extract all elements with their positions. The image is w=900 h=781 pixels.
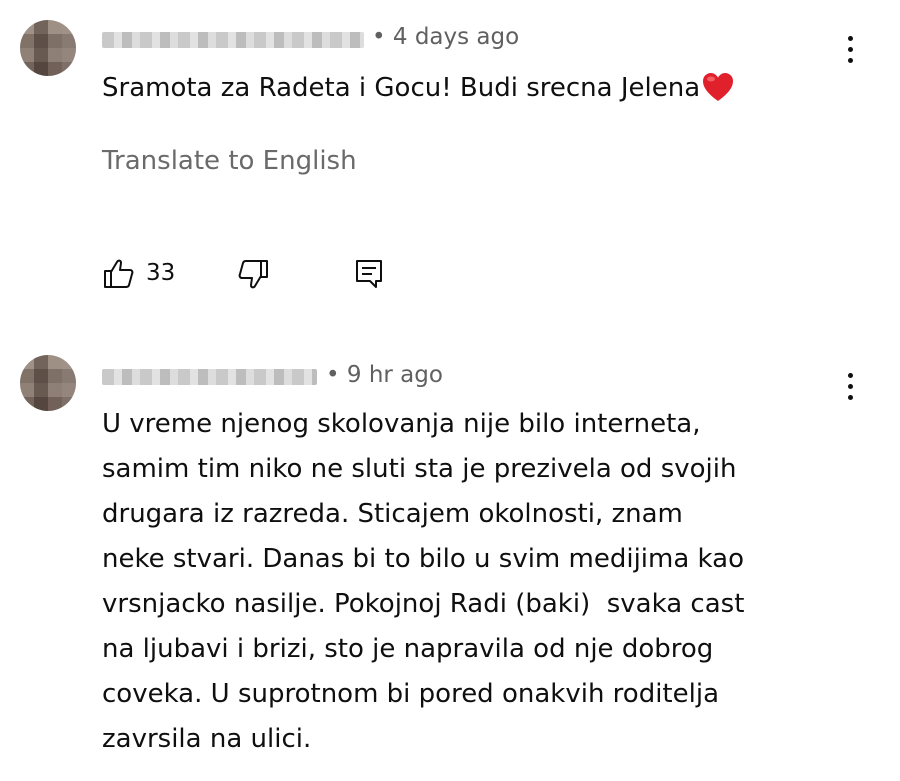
comment-line: coveka. U suprotnom bi pored onakvih rod… [102, 679, 720, 709]
comment-line: drugara iz razreda. Sticajem okolnosti, … [102, 499, 683, 529]
reply-icon[interactable] [352, 257, 386, 295]
comment-line: vrsnjacko nasilje. Pokojnoj Radi (baki) … [102, 589, 745, 619]
comment-line: zavrsila na ulici. [102, 724, 312, 754]
heart-emoji [702, 72, 734, 117]
comment-text-content: Sramota za Radeta i Gocu! Budi srecna Je… [102, 73, 701, 103]
comment-actions: 33 [102, 257, 402, 291]
avatar[interactable] [20, 355, 76, 411]
comment-line: na ljubavi i brizi, sto je napravila od … [102, 634, 714, 664]
like-count: 33 [146, 260, 176, 286]
thumb-up-icon[interactable] [102, 257, 136, 295]
comment-line: samim tim niko ne sluti sta je prezivela… [102, 454, 737, 484]
username-blurred[interactable] [102, 32, 364, 48]
comment-timestamp: • 9 hr ago [326, 362, 443, 388]
more-vert-icon[interactable] [838, 36, 862, 66]
comment-text: U vreme njenog skolovanja nije bilo inte… [102, 402, 744, 762]
comment-timestamp: • 4 days ago [372, 24, 520, 50]
avatar[interactable] [20, 20, 76, 76]
more-vert-icon[interactable] [838, 373, 862, 403]
comment-line: neke stvari. Danas bi to bilo u svim med… [102, 544, 744, 574]
comment-line: U vreme njenog skolovanja nije bilo inte… [102, 409, 701, 439]
translate-link[interactable]: Translate to English [102, 146, 357, 176]
comment-text: Sramota za Radeta i Gocu! Budi srecna Je… [102, 66, 734, 117]
thumb-down-icon[interactable] [236, 257, 270, 295]
username-blurred[interactable] [102, 369, 317, 385]
